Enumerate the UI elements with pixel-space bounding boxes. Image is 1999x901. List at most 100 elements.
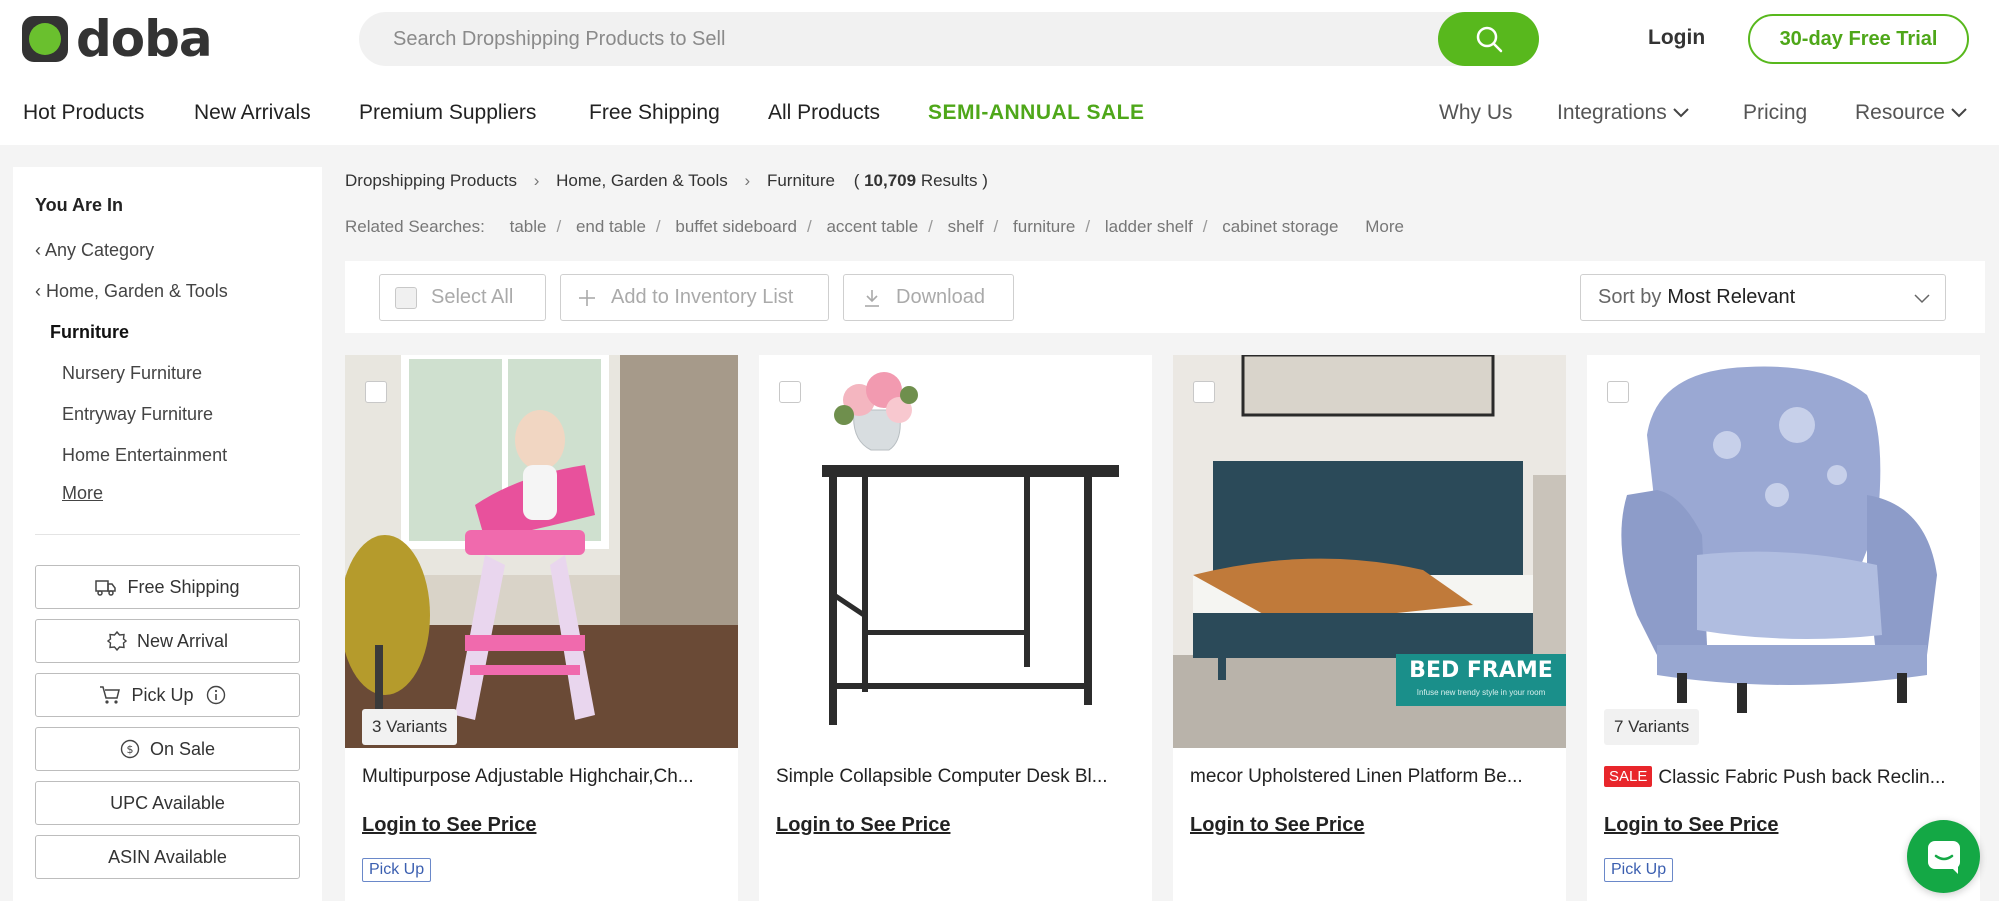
breadcrumb-item[interactable]: Dropshipping Products <box>345 171 517 191</box>
product-toolbar: Select All Add to Inventory List Downloa… <box>345 261 1985 333</box>
related-term[interactable]: table <box>510 217 547 237</box>
variants-badge: 3 Variants <box>362 709 458 745</box>
search-button[interactable] <box>1438 12 1539 66</box>
free-trial-button[interactable]: 30-day Free Trial <box>1748 14 1969 64</box>
filter-free-shipping[interactable]: Free Shipping <box>35 565 300 609</box>
select-all-checkbox[interactable] <box>395 286 417 309</box>
filter-upc-available[interactable]: UPC Available <box>35 781 300 825</box>
breadcrumb: Dropshipping Products › Home, Garden & T… <box>345 171 988 191</box>
nav-integrations[interactable]: Integrations <box>1557 101 1689 125</box>
plus-icon <box>579 289 595 306</box>
search-icon <box>1476 26 1502 53</box>
product-checkbox[interactable] <box>1193 381 1215 403</box>
nav-why-us[interactable]: Why Us <box>1439 101 1513 125</box>
product-title[interactable]: Multipurpose Adjustable Highchair,Ch... <box>362 766 722 788</box>
results-label: Results <box>920 171 978 190</box>
product-image[interactable] <box>1587 355 1980 748</box>
chat-widget-button[interactable] <box>1907 820 1980 893</box>
breadcrumb-current: Furniture <box>766 171 835 190</box>
product-image[interactable] <box>759 355 1152 748</box>
chevron-down-icon <box>1673 108 1689 118</box>
related-separator: / <box>1085 217 1091 236</box>
related-more-link[interactable]: More <box>1365 217 1404 237</box>
sidebar-item-entryway-furniture[interactable]: Entryway Furniture <box>62 404 213 425</box>
nav-resource[interactable]: Resource <box>1855 101 1967 125</box>
doba-logo[interactable]: doba <box>22 14 213 64</box>
related-term[interactable]: ladder shelf <box>1105 217 1193 237</box>
product-checkbox[interactable] <box>779 381 801 403</box>
product-card[interactable]: BED FRAME Infuse new trendy style in you… <box>1173 355 1566 901</box>
product-card[interactable]: 7 Variants SALE Classic Fabric Push back … <box>1587 355 1980 901</box>
filter-label: Pick Up <box>131 684 194 705</box>
product-card[interactable]: 3 Variants Multipurpose Adjustable Highc… <box>345 355 738 901</box>
filter-on-sale[interactable]: $ On Sale <box>35 727 300 771</box>
product-card[interactable]: Simple Collapsible Computer Desk Bl... L… <box>759 355 1152 901</box>
login-to-see-price-link[interactable]: Login to See Price <box>362 814 536 837</box>
chevron-down-icon <box>1914 294 1930 304</box>
product-title-text: Classic Fabric Push back Reclin... <box>1658 767 1946 788</box>
related-searches-label: Related Searches: <box>345 217 485 236</box>
nav-resource-label: Resource <box>1855 101 1945 124</box>
breadcrumb-separator-icon: › <box>744 171 751 190</box>
breadcrumb-item[interactable]: Home, Garden & Tools <box>556 171 728 191</box>
filter-label: Free Shipping <box>127 576 240 597</box>
sidebar-divider <box>35 534 300 535</box>
related-separator: / <box>993 217 999 236</box>
nav-premium-suppliers[interactable]: Premium Suppliers <box>359 101 536 125</box>
related-term[interactable]: shelf <box>948 217 984 237</box>
info-icon[interactable] <box>206 685 226 705</box>
search-input[interactable] <box>393 12 1463 66</box>
sort-dropdown[interactable]: Sort by Most Relevant <box>1580 274 1946 321</box>
category-sidebar: You Are In ‹ Any Category ‹ Home, Garden… <box>13 167 322 901</box>
filter-asin-available[interactable]: ASIN Available <box>35 835 300 879</box>
sidebar-item-home-entertainment[interactable]: Home Entertainment <box>62 445 227 466</box>
related-term[interactable]: end table <box>576 217 646 237</box>
download-button[interactable]: Download <box>843 274 1014 321</box>
sidebar-item-nursery-furniture[interactable]: Nursery Furniture <box>62 363 202 384</box>
related-separator: / <box>655 217 661 236</box>
product-title[interactable]: Simple Collapsible Computer Desk Bl... <box>776 766 1136 788</box>
login-to-see-price-link[interactable]: Login to See Price <box>1604 814 1778 837</box>
nav-new-arrivals[interactable]: New Arrivals <box>194 101 311 125</box>
sidebar-parent-any-category[interactable]: ‹ Any Category <box>35 240 154 261</box>
filter-pick-up[interactable]: Pick Up <box>35 673 300 717</box>
chat-icon <box>1927 840 1960 874</box>
product-image[interactable] <box>345 355 738 748</box>
variants-badge: 7 Variants <box>1604 709 1700 745</box>
nav-all-products[interactable]: All Products <box>768 101 880 125</box>
add-to-inventory-button[interactable]: Add to Inventory List <box>560 274 829 321</box>
sidebar-title: You Are In <box>35 195 124 215</box>
product-checkbox[interactable] <box>1607 381 1629 403</box>
sidebar-more-link[interactable]: More <box>62 483 103 504</box>
sidebar-parent-label: Any Category <box>45 240 155 260</box>
banner-subtitle: Infuse new trendy style in your room <box>1416 688 1546 697</box>
sidebar-parent-label: Home, Garden & Tools <box>46 281 228 301</box>
related-term[interactable]: furniture <box>1013 217 1075 237</box>
nav-semi-annual-sale[interactable]: SEMI-ANNUAL SALE <box>928 101 1144 125</box>
related-term[interactable]: cabinet storage <box>1222 217 1338 237</box>
nav-pricing[interactable]: Pricing <box>1743 101 1807 125</box>
product-title[interactable]: mecor Upholstered Linen Platform Be... <box>1190 766 1550 788</box>
truck-icon <box>95 580 117 596</box>
chevron-down-icon <box>1951 108 1967 118</box>
sort-value: Most Relevant <box>1667 286 1796 308</box>
results-number: 10,709 <box>864 171 917 190</box>
login-to-see-price-link[interactable]: Login to See Price <box>1190 814 1364 837</box>
login-link[interactable]: Login <box>1648 26 1705 50</box>
sidebar-parent-home-garden[interactable]: ‹ Home, Garden & Tools <box>35 281 228 302</box>
select-all-button[interactable]: Select All <box>379 274 546 321</box>
nav-free-shipping[interactable]: Free Shipping <box>589 101 720 125</box>
product-title[interactable]: SALE Classic Fabric Push back Reclin... <box>1604 766 1964 789</box>
login-to-see-price-link[interactable]: Login to See Price <box>776 814 950 837</box>
filter-new-arrival[interactable]: New Arrival <box>35 619 300 663</box>
nav-hot-products[interactable]: Hot Products <box>23 101 144 125</box>
results-count: ( 10,709 Results ) <box>853 171 988 190</box>
product-checkbox[interactable] <box>365 381 387 403</box>
related-term[interactable]: buffet sideboard <box>675 217 797 237</box>
new-badge-icon <box>106 631 127 651</box>
nav-integrations-label: Integrations <box>1557 101 1667 124</box>
related-separator: / <box>807 217 812 236</box>
related-term[interactable]: accent table <box>826 217 918 237</box>
select-all-label: Select All <box>431 286 514 308</box>
related-separator: / <box>556 217 562 236</box>
